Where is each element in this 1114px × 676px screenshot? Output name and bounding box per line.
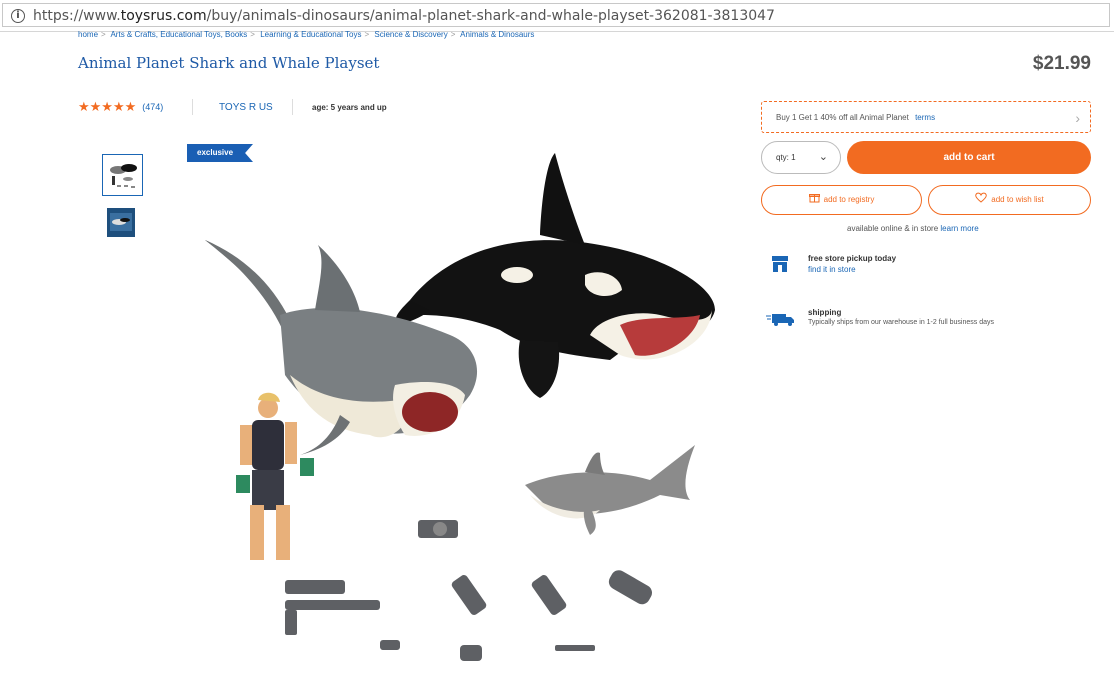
pickup-title: free store pickup today xyxy=(808,254,897,263)
page-title: Animal Planet Shark and Whale Playset xyxy=(78,54,380,72)
shipping-title: shipping xyxy=(808,308,842,317)
learn-more-link[interactable]: learn more xyxy=(940,224,978,233)
add-to-registry-button[interactable]: add to registry xyxy=(761,185,922,215)
thumbnail-image xyxy=(107,208,135,237)
age-range: age: 5 years and up xyxy=(312,103,387,112)
rating-row[interactable]: ★★★★★ (474) xyxy=(78,99,163,114)
breadcrumb-item[interactable]: Animals & Dinosaurs xyxy=(460,30,534,39)
url-field[interactable]: i https://www.toysrus.com/buy/animals-di… xyxy=(2,3,1110,27)
breadcrumb-item[interactable]: Learning & Educational Toys xyxy=(260,30,361,39)
chevron-down-icon: ⌄ xyxy=(818,151,828,163)
diver-figure-toy xyxy=(236,392,314,560)
shark-toy xyxy=(205,240,478,455)
availability-text: available online & in store learn more xyxy=(847,224,979,233)
breadcrumb-item[interactable]: home xyxy=(78,30,98,39)
gift-icon xyxy=(808,186,820,214)
heart-icon xyxy=(975,186,988,214)
info-icon[interactable]: i xyxy=(11,9,25,23)
breadcrumb: home > Arts & Crafts, Educational Toys, B… xyxy=(78,30,535,39)
brand-link[interactable]: TOYS R US xyxy=(219,102,273,113)
chevron-right-icon: › xyxy=(1075,110,1080,126)
browser-address-bar: i https://www.toysrus.com/buy/animals-di… xyxy=(0,0,1114,32)
promo-text: Buy 1 Get 1 40% off all Animal Planet xyxy=(776,113,909,122)
breadcrumb-item[interactable]: Science & Discovery xyxy=(374,30,447,39)
tiger-shark-toy xyxy=(525,445,695,535)
wishlist-label: add to wish list xyxy=(991,195,1044,204)
star-rating: ★★★★★ xyxy=(78,99,137,114)
truck-icon xyxy=(766,314,794,326)
thumbnail-selected[interactable] xyxy=(102,154,143,196)
promo-banner[interactable]: Buy 1 Get 1 40% off all Animal Planet te… xyxy=(761,101,1091,133)
divider xyxy=(292,99,293,115)
thumbnail[interactable] xyxy=(107,208,135,237)
review-count[interactable]: (474) xyxy=(142,102,163,112)
add-to-cart-button[interactable]: add to cart xyxy=(847,141,1091,174)
product-price: $21.99 xyxy=(1032,53,1091,74)
product-image xyxy=(205,153,715,661)
store-icon xyxy=(772,256,788,272)
find-in-store-link[interactable]: find it in store xyxy=(808,265,856,274)
divider xyxy=(192,99,193,115)
quantity-select[interactable]: qty: 1 ⌄ xyxy=(761,141,841,174)
terms-link[interactable]: terms xyxy=(915,113,935,122)
registry-label: add to registry xyxy=(823,195,875,204)
accessories xyxy=(285,520,652,661)
thumbnail-image xyxy=(110,164,137,188)
add-to-wishlist-button[interactable]: add to wish list xyxy=(928,185,1091,215)
url-text[interactable]: https://www.toysrus.com/buy/animals-dino… xyxy=(33,8,775,24)
shipping-subtitle: Typically ships from our warehouse in 1-… xyxy=(808,319,994,326)
quantity-label: qty: 1 xyxy=(776,153,796,162)
exclusive-badge: exclusive xyxy=(187,144,253,162)
breadcrumb-item[interactable]: Arts & Crafts, Educational Toys, Books xyxy=(110,30,247,39)
